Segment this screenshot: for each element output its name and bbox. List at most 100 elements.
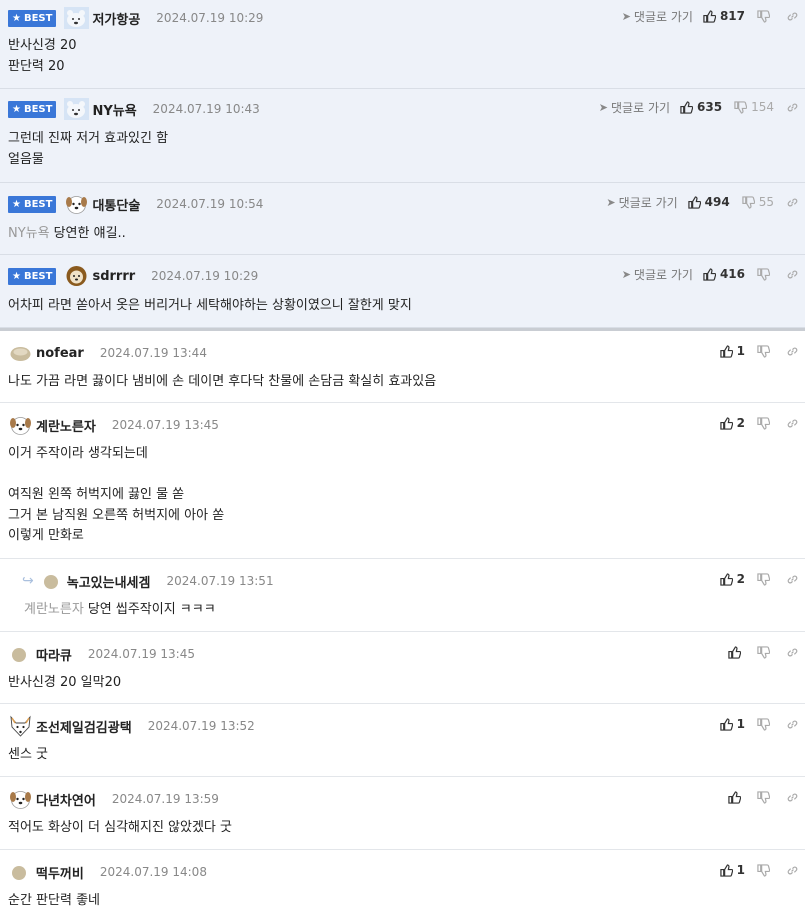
permalink-button[interactable] bbox=[786, 417, 799, 430]
like-button[interactable]: 2 bbox=[719, 416, 745, 430]
dog-face-icon[interactable] bbox=[8, 414, 33, 436]
star-icon: ★ bbox=[12, 198, 21, 210]
comment-body: 그런데 진짜 저거 효과있긴 함 얼음물 bbox=[8, 131, 169, 167]
fox-face-icon[interactable] bbox=[8, 715, 33, 737]
dislike-button[interactable] bbox=[757, 717, 774, 731]
comment-body: 계란노른자 당연 씹주작이지 ㅋㅋㅋ bbox=[24, 602, 216, 617]
dog-face-icon[interactable] bbox=[8, 788, 33, 810]
permalink-button[interactable] bbox=[786, 646, 799, 659]
thumbs-down-icon bbox=[757, 267, 770, 281]
permalink-button[interactable] bbox=[786, 268, 799, 281]
thumbs-down-icon bbox=[757, 645, 770, 659]
reply-comment: ↪ 녹고있는내세겜 2024.07.19 13:51 2 계란노른자 당연 씹주작… bbox=[0, 559, 805, 632]
comment-author[interactable]: 저가항공 bbox=[92, 9, 140, 28]
comment-author[interactable]: 녹고있는내세겜 bbox=[67, 572, 151, 591]
thumbs-up-icon bbox=[680, 100, 694, 114]
circle-icon[interactable] bbox=[42, 570, 60, 592]
dislike-button[interactable] bbox=[757, 416, 774, 430]
like-button[interactable]: 817 bbox=[703, 9, 745, 23]
comment: 다년차연어 2024.07.19 13:59 적어도 화상이 더 심각해지진 않… bbox=[0, 777, 805, 850]
comment-date: 2024.07.19 10:43 bbox=[152, 102, 260, 116]
chain-link-icon bbox=[786, 345, 799, 358]
like-button[interactable]: 1 bbox=[719, 717, 745, 731]
dislike-button[interactable] bbox=[757, 267, 774, 281]
blob-icon[interactable] bbox=[8, 342, 33, 364]
comment-author[interactable]: nofear bbox=[36, 346, 84, 361]
dislike-button[interactable] bbox=[757, 863, 774, 877]
comment-body: 적어도 화상이 더 심각해지진 않았겠다 굿 bbox=[8, 820, 232, 835]
lion-face-icon[interactable] bbox=[64, 265, 89, 287]
mention-user[interactable]: 계란노른자 bbox=[24, 602, 84, 617]
comment-body: 이거 주작이라 생각되는데 여직원 왼쪽 허벅지에 끓인 물 쏟 그거 본 남직… bbox=[8, 446, 225, 543]
comment-author[interactable]: 조선제일검김광택 bbox=[36, 717, 132, 736]
comment-author[interactable]: 떡두꺼비 bbox=[36, 863, 84, 882]
send-arrow-icon: ➤ bbox=[621, 9, 631, 23]
comment-author[interactable]: 계란노른자 bbox=[36, 416, 96, 435]
dislike-button[interactable] bbox=[757, 572, 774, 586]
star-icon: ★ bbox=[12, 103, 21, 115]
comment-date: 2024.07.19 14:08 bbox=[99, 865, 207, 879]
like-button[interactable]: 1 bbox=[719, 344, 745, 358]
polar-bear-icon[interactable] bbox=[64, 7, 90, 29]
best-badge: ★ BEST bbox=[8, 100, 57, 118]
dog-face-icon[interactable] bbox=[64, 193, 89, 215]
thumbs-up-icon bbox=[719, 717, 733, 731]
thumbs-down-icon bbox=[757, 717, 770, 731]
comment-date: 2024.07.19 13:45 bbox=[111, 418, 219, 432]
circle-icon[interactable] bbox=[8, 643, 30, 665]
comment-author[interactable]: 따라큐 bbox=[36, 645, 72, 664]
chain-link-icon bbox=[786, 10, 799, 23]
dislike-button[interactable] bbox=[757, 9, 774, 23]
goto-comment-link[interactable]: ➤ 댓글로 가기 bbox=[622, 8, 693, 25]
dislike-button[interactable]: 154 bbox=[734, 100, 774, 114]
comment-body: 반사신경 20 판단력 20 bbox=[8, 38, 77, 74]
comment-date: 2024.07.19 10:29 bbox=[156, 11, 264, 25]
comment: 조선제일검김광택 2024.07.19 13:52 1 센스 굿 bbox=[0, 704, 805, 777]
thumbs-down-icon bbox=[757, 416, 770, 430]
thumbs-down-icon bbox=[757, 863, 770, 877]
mention-user[interactable]: NY뉴욕 bbox=[8, 226, 50, 241]
dislike-button[interactable] bbox=[757, 645, 774, 659]
permalink-button[interactable] bbox=[786, 101, 799, 114]
like-button[interactable] bbox=[728, 645, 745, 659]
like-button[interactable]: 635 bbox=[680, 100, 722, 114]
permalink-button[interactable] bbox=[786, 864, 799, 877]
thumbs-up-icon bbox=[719, 416, 733, 430]
dislike-button[interactable]: 55 bbox=[742, 195, 774, 209]
like-button[interactable]: 1 bbox=[719, 863, 745, 877]
goto-comment-link[interactable]: ➤ 댓글로 가기 bbox=[606, 194, 677, 211]
circle-icon[interactable] bbox=[8, 861, 30, 883]
comment-author[interactable]: 대통단술 bbox=[92, 195, 140, 214]
comment: 떡두꺼비 2024.07.19 14:08 1 순간 판단력 좋네 bbox=[0, 850, 805, 923]
goto-comment-link[interactable]: ➤ 댓글로 가기 bbox=[599, 99, 670, 116]
send-arrow-icon: ➤ bbox=[621, 267, 631, 281]
chain-link-icon bbox=[786, 718, 799, 731]
like-button[interactable]: 494 bbox=[687, 195, 730, 209]
thumbs-down-icon bbox=[757, 572, 770, 586]
permalink-button[interactable] bbox=[786, 791, 799, 804]
like-button[interactable]: 416 bbox=[703, 267, 745, 281]
permalink-button[interactable] bbox=[786, 718, 799, 731]
comment-author[interactable]: sdrrrr bbox=[92, 269, 135, 284]
goto-comment-link[interactable]: ➤ 댓글로 가기 bbox=[622, 266, 693, 283]
dislike-button[interactable] bbox=[757, 344, 774, 358]
comment-body: 반사신경 20 일막20 bbox=[8, 675, 122, 690]
thumbs-up-icon bbox=[703, 9, 716, 23]
comment-author[interactable]: NY뉴욕 bbox=[92, 100, 136, 119]
comment: nofear 2024.07.19 13:44 1 나도 가끔 라면 끓이다 냄… bbox=[0, 331, 805, 403]
dislike-button[interactable] bbox=[757, 790, 774, 804]
polar-bear-icon[interactable] bbox=[64, 98, 90, 120]
like-button[interactable]: 2 bbox=[719, 572, 745, 586]
permalink-button[interactable] bbox=[786, 196, 799, 209]
thumbs-down-icon bbox=[757, 9, 770, 23]
like-button[interactable] bbox=[728, 790, 745, 804]
comment-author[interactable]: 다년차연어 bbox=[36, 790, 96, 809]
thumbs-up-icon bbox=[703, 267, 716, 281]
permalink-button[interactable] bbox=[786, 573, 799, 586]
permalink-button[interactable] bbox=[786, 10, 799, 23]
chain-link-icon bbox=[786, 417, 799, 430]
thumbs-up-icon bbox=[719, 344, 733, 358]
comment-date: 2024.07.19 13:45 bbox=[87, 647, 195, 661]
permalink-button[interactable] bbox=[786, 345, 799, 358]
comment-date: 2024.07.19 13:51 bbox=[166, 574, 274, 588]
